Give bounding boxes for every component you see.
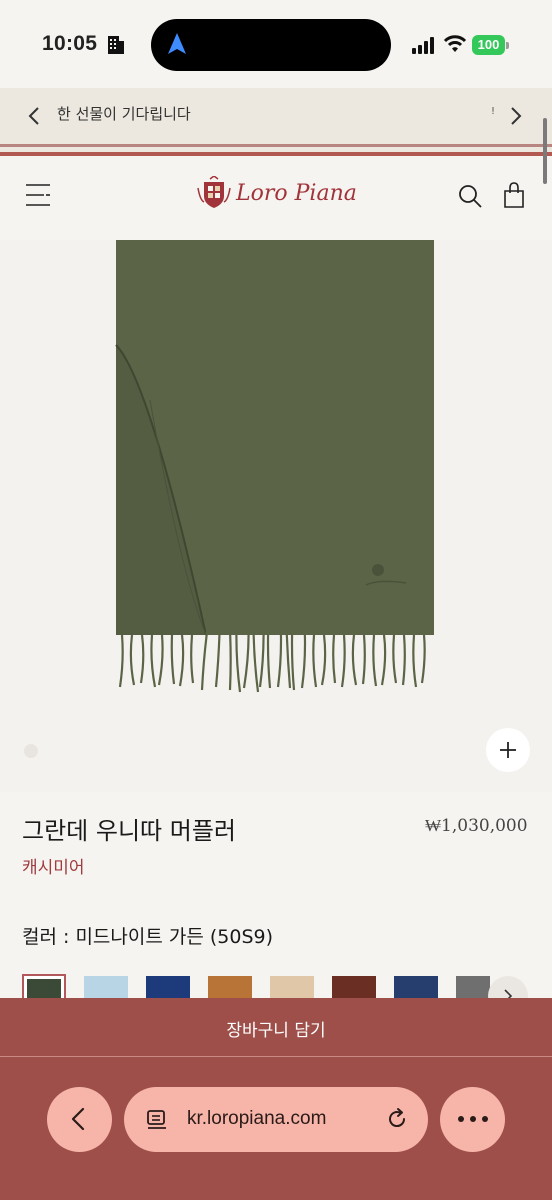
product-price: ₩1,030,000 <box>425 816 528 836</box>
browser-more-button[interactable] <box>440 1087 505 1152</box>
tabs-icon <box>147 1110 166 1129</box>
signal-icon <box>412 37 434 54</box>
page-scrollbar[interactable] <box>543 118 547 184</box>
url-text: kr.loropiana.com <box>187 1108 327 1129</box>
color-swatch[interactable] <box>456 976 490 998</box>
color-swatch[interactable] <box>332 976 376 998</box>
chevron-left-icon[interactable] <box>26 104 42 128</box>
plus-icon <box>500 742 516 758</box>
location-arrow-icon <box>168 33 186 54</box>
color-swatch[interactable] <box>84 976 128 998</box>
more-icon <box>458 1116 488 1122</box>
add-to-cart-label: 장바구니 담기 <box>226 1021 326 1041</box>
add-to-cart-button[interactable]: 장바구니 담기 <box>0 998 552 1056</box>
color-swatch[interactable] <box>208 976 252 998</box>
product-name: 그란데 우니따 머플러 <box>22 817 236 845</box>
color-label: 컬러 : 미드나이트 가든 (50S9) <box>22 926 274 948</box>
zoom-button[interactable] <box>486 728 530 772</box>
building-icon <box>108 36 124 54</box>
brand-logo[interactable]: Loro Piana <box>196 176 357 216</box>
product-image <box>115 240 434 693</box>
site-header: Loro Piana <box>0 156 552 240</box>
browser-toolbar: kr.loropiana.com <box>0 1057 552 1200</box>
logo-text: Loro Piana <box>236 181 357 206</box>
status-bar: 10:05 100 <box>0 0 552 88</box>
promo-tick: ! <box>491 106 496 117</box>
back-icon <box>71 1107 85 1131</box>
color-swatch-fill <box>27 979 61 998</box>
color-swatch[interactable] <box>22 974 66 998</box>
wifi-icon <box>443 35 467 52</box>
battery-level: 100 <box>472 35 505 55</box>
color-swatch[interactable] <box>394 976 438 998</box>
menu-icon[interactable] <box>24 182 52 208</box>
product-material[interactable]: 캐시미어 <box>22 853 85 878</box>
promo-text: 한 선물이 기다립니다 <box>57 105 191 123</box>
status-time: 10:05 <box>42 32 98 55</box>
address-bar[interactable]: kr.loropiana.com <box>124 1087 428 1152</box>
carousel-indicator[interactable] <box>24 744 38 758</box>
color-swatches <box>22 974 490 998</box>
reload-icon[interactable] <box>385 1107 409 1131</box>
color-swatch[interactable] <box>146 976 190 998</box>
promo-banner: 한 선물이 기다립니다 ! <box>0 88 552 144</box>
battery-icon: 100 <box>472 35 509 55</box>
color-swatch[interactable] <box>270 976 314 998</box>
chevron-right-icon[interactable] <box>508 104 524 128</box>
battery-tip <box>506 42 509 49</box>
product-gallery[interactable] <box>0 240 552 792</box>
crest-icon <box>197 176 231 208</box>
shopping-bag-icon[interactable] <box>502 182 526 208</box>
browser-back-button[interactable] <box>47 1087 112 1152</box>
search-icon[interactable] <box>458 184 482 208</box>
